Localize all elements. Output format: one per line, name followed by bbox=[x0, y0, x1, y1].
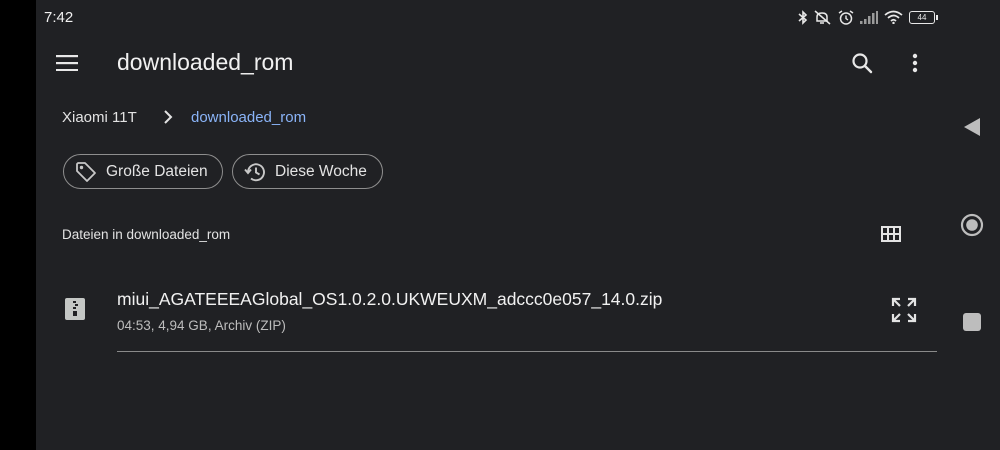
status-time: 7:42 bbox=[44, 9, 74, 26]
divider bbox=[117, 351, 937, 352]
tag-icon bbox=[76, 161, 96, 182]
wifi-icon bbox=[884, 10, 903, 24]
chip-this-week[interactable]: Diese Woche bbox=[232, 154, 383, 189]
file-name: miui_AGATEEEAGlobal_OS1.0.2.0.UKWEUXM_ad… bbox=[117, 289, 663, 309]
bluetooth-icon bbox=[798, 9, 808, 25]
chip-this-week-label: Diese Woche bbox=[275, 162, 367, 180]
signal-icon bbox=[860, 10, 878, 24]
history-icon bbox=[244, 162, 265, 181]
navigation-bar bbox=[945, 0, 1000, 450]
mute-icon bbox=[814, 9, 831, 25]
breadcrumb-item-root[interactable]: Xiaomi 11T bbox=[62, 109, 137, 126]
grid-view-icon[interactable] bbox=[878, 222, 904, 246]
more-vert-icon[interactable] bbox=[902, 48, 928, 78]
chevron-right-icon bbox=[163, 109, 173, 130]
page-title: downloaded_rom bbox=[117, 49, 294, 75]
back-icon[interactable] bbox=[959, 114, 985, 140]
list-item[interactable]: miui_AGATEEEAGlobal_OS1.0.2.0.UKWEUXM_ad… bbox=[36, 280, 945, 352]
search-icon[interactable] bbox=[847, 48, 877, 78]
expand-icon[interactable] bbox=[889, 295, 919, 325]
breadcrumb-item-current[interactable]: downloaded_rom bbox=[191, 109, 306, 126]
recents-icon[interactable] bbox=[960, 310, 984, 334]
home-icon[interactable] bbox=[958, 211, 986, 239]
file-meta: 04:53, 4,94 GB, Archiv (ZIP) bbox=[117, 318, 286, 333]
battery-icon: 44 bbox=[909, 10, 938, 24]
section-label: Dateien in downloaded_rom bbox=[62, 227, 231, 242]
alarm-icon bbox=[838, 9, 854, 25]
hamburger-menu-icon[interactable] bbox=[52, 49, 82, 77]
status-icons: 44 bbox=[798, 8, 938, 26]
chip-large-files-label: Große Dateien bbox=[106, 162, 208, 180]
app-screen: 7:42 44 downloaded_rom Xiaomi 11T downlo… bbox=[36, 0, 945, 450]
zip-archive-icon bbox=[65, 298, 85, 325]
chip-large-files[interactable]: Große Dateien bbox=[63, 154, 223, 189]
